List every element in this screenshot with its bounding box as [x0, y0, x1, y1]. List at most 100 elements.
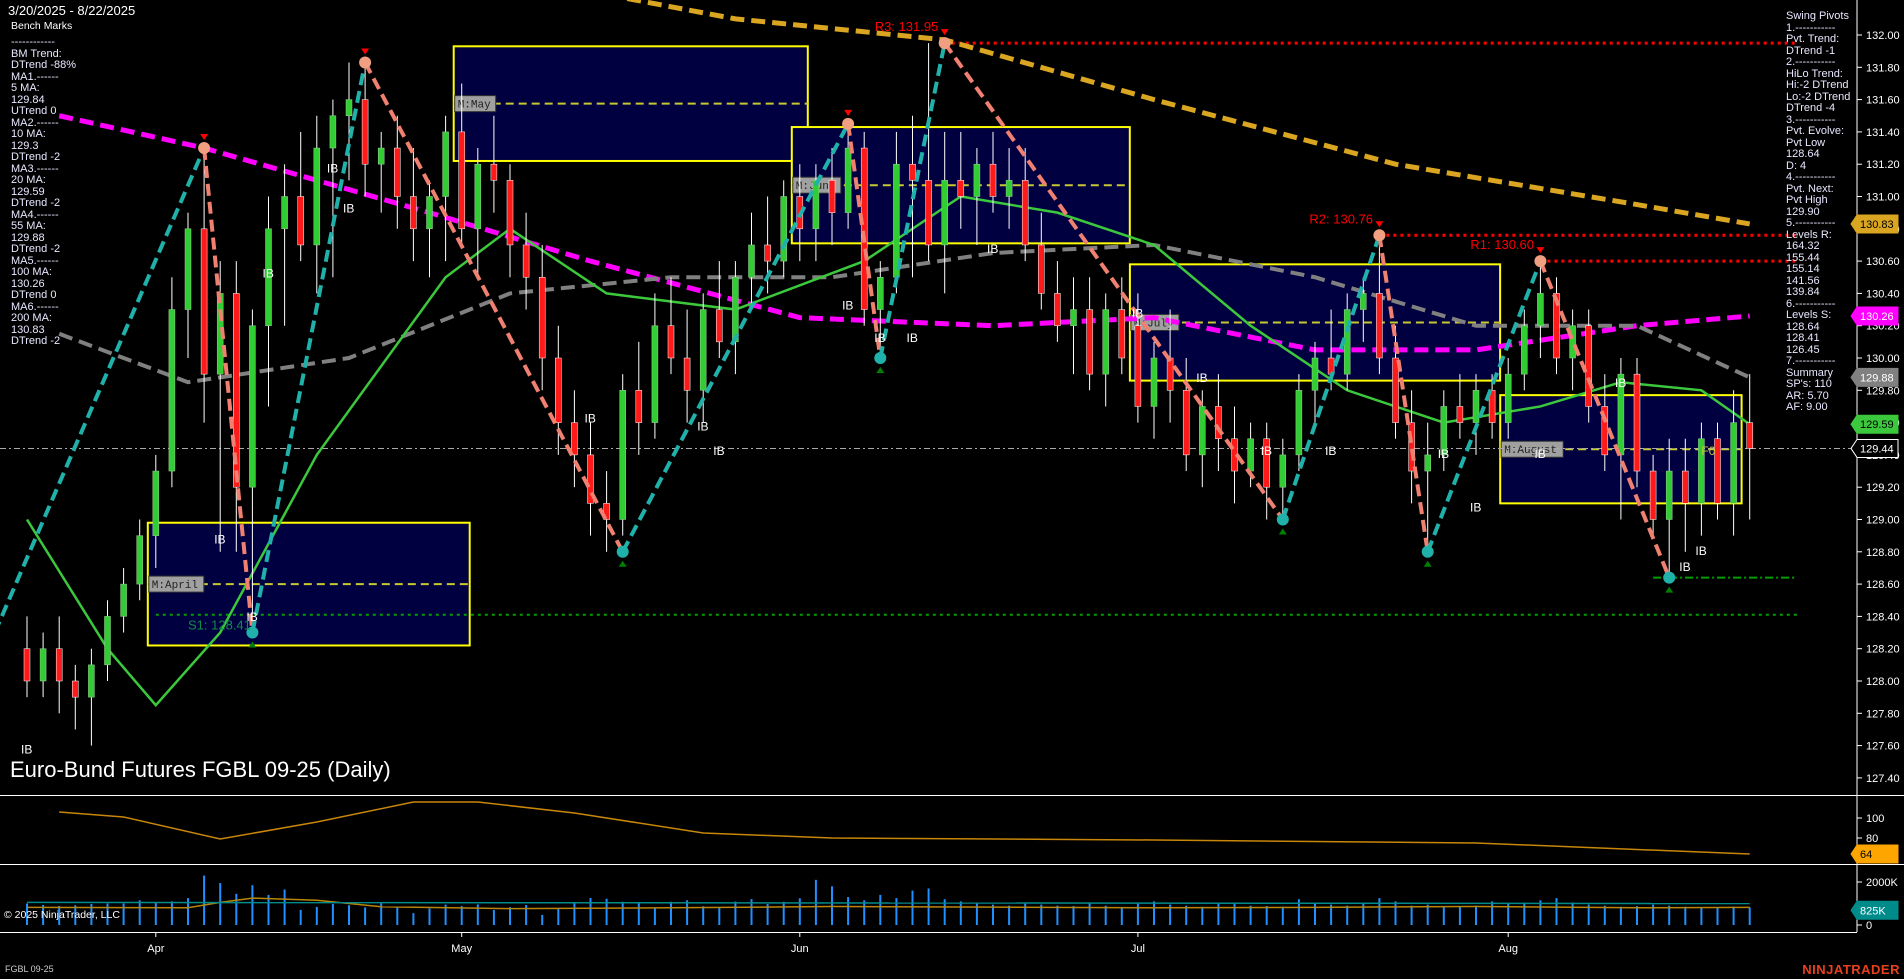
y-tick-label: 130.40 [1866, 288, 1900, 300]
candle-body [941, 180, 948, 246]
swing-pivot-line: 7.----------- [1786, 355, 1836, 367]
bench-mark-line: ------------ [11, 36, 55, 48]
candle-body [490, 163, 498, 181]
candle-body [1086, 309, 1093, 375]
candle-body [1408, 422, 1415, 472]
candle-body [249, 325, 256, 488]
y-tick-label: 128.60 [1866, 579, 1900, 591]
swing-low-marker [1276, 513, 1289, 526]
chart-annotation: IB [713, 444, 724, 458]
bench-mark-line: DTrend 0 [11, 289, 57, 301]
chart-title: Euro-Bund Futures FGBL 09-25 (Daily) [10, 757, 391, 782]
swing-pivot-line: SP's: 110 [1786, 378, 1832, 390]
chart-canvas[interactable]: M:AprilM:MayM:JuneM:JulyM:AugustR3: 131.… [0, 0, 1904, 979]
swing-pivots-panel: Swing Pivots 1.----------- Pvt. Trend: DTre… [1786, 10, 1856, 414]
candle-body [699, 309, 707, 391]
candle-body [764, 244, 771, 262]
chart-annotation: IB [327, 161, 338, 175]
candle-body [1456, 406, 1464, 423]
candle-body [683, 357, 691, 391]
swing-pivot-line: Pvt. Trend: [1786, 33, 1840, 45]
month-label: Jul [1130, 943, 1145, 955]
swing-pivot-line: Hi:-2 DTrend [1786, 79, 1849, 91]
candle-body [506, 180, 514, 246]
candle-body [72, 680, 79, 698]
candle-body [828, 180, 836, 213]
swing-high-marker [359, 56, 372, 69]
volume-value-tag: 825K [1860, 905, 1886, 917]
panel-divider [0, 864, 1904, 865]
candle-body [1665, 470, 1673, 520]
bench-mark-line: UTrend 0 [11, 105, 57, 117]
swing-high-marker [198, 142, 211, 155]
y-tick-label: 129.20 [1866, 482, 1900, 494]
chart-annotation: IB [987, 242, 998, 256]
chart-annotation: IB [842, 299, 853, 313]
y-tick-label: 129.80 [1866, 385, 1900, 397]
swing-pivot-line: 164.32 [1786, 240, 1820, 252]
triangle-down-icon [844, 109, 853, 116]
swing-pivot-line: AF: 9.00 [1786, 401, 1828, 413]
candle-body [748, 244, 755, 278]
bench-marks-title: Bench Marks [11, 20, 73, 32]
candle-body [989, 163, 997, 197]
candle-body [1472, 390, 1480, 423]
swing-pivot-line: 128.64 [1786, 148, 1820, 160]
candle-body [651, 325, 659, 423]
chart-annotation: IB [1261, 444, 1272, 458]
triangle-down-icon [1536, 247, 1545, 254]
candle-body [1166, 357, 1174, 391]
triangle-up-icon [1278, 528, 1287, 535]
triangle-down-icon [361, 48, 370, 55]
y-tick-label: 132.00 [1866, 30, 1900, 42]
triangle-up-icon [618, 560, 627, 567]
volume-tick-label: 2000K [1866, 877, 1898, 889]
candle-body [200, 228, 208, 375]
candle-body [1682, 470, 1689, 504]
candle-body [780, 196, 787, 262]
candle-body [1424, 454, 1431, 472]
date-range: 3/20/2025 - 8/22/2025 [8, 3, 136, 18]
swing-pivot-line: 155.14 [1786, 263, 1820, 275]
y-tick-label: 128.20 [1866, 644, 1900, 656]
swing-pivot-line: 5.----------- [1786, 217, 1836, 229]
swing-pivot-line: Pvt. Evolve: [1786, 125, 1845, 137]
candle-body [377, 147, 385, 165]
candle-body [1746, 422, 1753, 449]
chart-annotation: IB [1438, 447, 1449, 461]
triangle-down-icon [940, 29, 949, 36]
osc-tick-label: 100 [1866, 813, 1884, 825]
candle-body [1504, 373, 1512, 423]
oscillator-line [59, 801, 1750, 855]
bench-mark-line: DTrend -88% [11, 59, 77, 71]
month-box-label: M:April [152, 580, 198, 592]
candle-body [1311, 357, 1319, 391]
candle-body [1360, 293, 1367, 310]
swing-high-marker [938, 37, 951, 50]
candle-body [732, 277, 739, 343]
oscillator-value-tag: 64 [1860, 849, 1872, 861]
chart-annotation: IB [1196, 371, 1207, 385]
candle-body [426, 196, 433, 230]
y-tick-label: 131.80 [1866, 62, 1900, 74]
chart-annotation: IB [1470, 500, 1481, 514]
swing-pivot-line: 4.----------- [1786, 171, 1836, 183]
month-box-label: M:May [458, 100, 491, 112]
candle-body [345, 99, 353, 116]
bench-mark-line: DTrend -2 [11, 151, 61, 163]
candle-body [925, 180, 932, 246]
swing-pivot-line: Pvt High [1786, 194, 1828, 206]
candle-body [844, 147, 852, 213]
candle-body [1730, 422, 1737, 504]
volume-tick-label: 0 [1866, 920, 1872, 932]
candle-body [1182, 390, 1190, 456]
candle-body [1649, 470, 1657, 520]
bench-mark-line: DTrend -2 [11, 335, 61, 347]
y-tick-label: 131.20 [1866, 159, 1900, 171]
candle-body [1633, 373, 1641, 472]
candle-body [168, 309, 176, 472]
chart-annotation: IB [1534, 447, 1545, 461]
chart-annotation: IB [907, 331, 918, 345]
candle-body [1585, 325, 1592, 407]
candle-body [104, 616, 111, 666]
